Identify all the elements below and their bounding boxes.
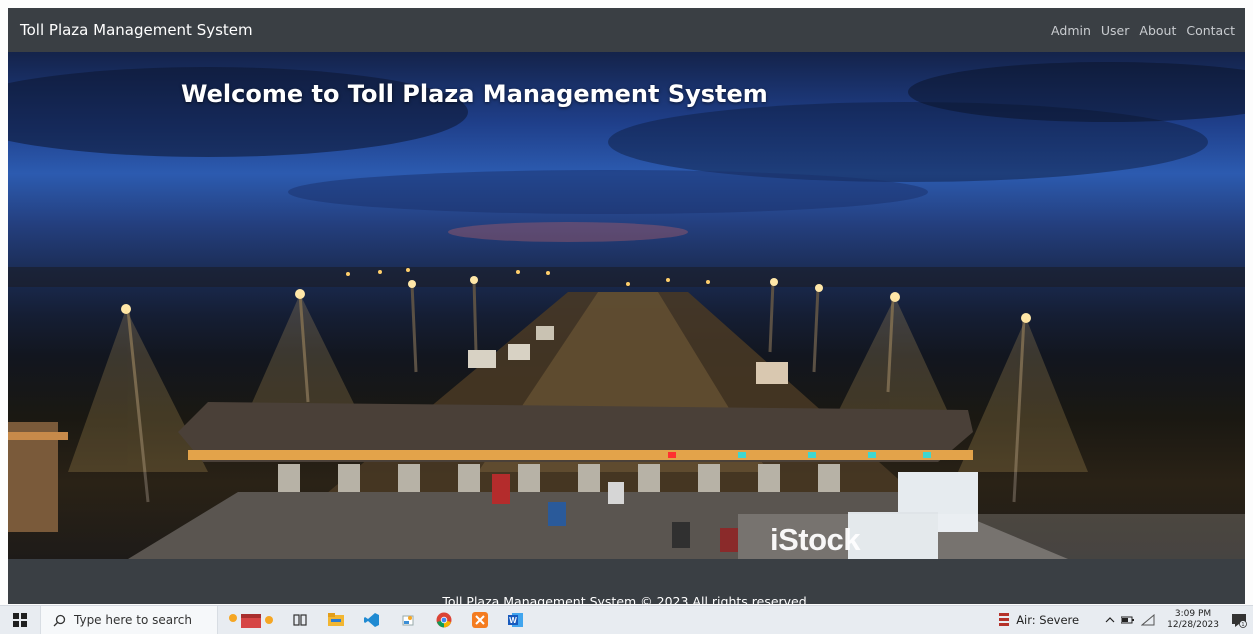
start-button[interactable]	[0, 606, 40, 634]
vscode-icon[interactable]	[354, 606, 390, 634]
calendar-widget-icon[interactable]	[218, 606, 282, 634]
windows-logo-icon	[13, 613, 27, 627]
hero-title: Welcome to Toll Plaza Management System	[181, 80, 768, 108]
task-view-icon[interactable]	[282, 606, 318, 634]
hero-banner: Welcome to Toll Plaza Management System …	[8, 52, 1245, 559]
wifi-icon[interactable]	[1141, 614, 1155, 626]
nav-links: Admin User About Contact	[1051, 23, 1235, 38]
paint-icon[interactable]	[390, 606, 426, 634]
system-tray: Air: Severe 3:09 PM 12/28/2023 1	[998, 606, 1253, 634]
file-explorer-icon[interactable]	[318, 606, 354, 634]
clock-time: 3:09 PM	[1174, 609, 1212, 619]
svg-text:1: 1	[1241, 622, 1244, 628]
nav-link-contact[interactable]: Contact	[1186, 23, 1235, 38]
svg-text:W: W	[509, 616, 517, 625]
nav-link-user[interactable]: User	[1101, 23, 1130, 38]
footer-text: Toll Plaza Management System © 2023 All …	[442, 594, 811, 604]
hero-image	[8, 62, 1245, 559]
notification-icon[interactable]: 1	[1231, 612, 1247, 628]
clock-date: 12/28/2023	[1167, 620, 1219, 630]
windows-taskbar: Type here to search W Air: Severe 3:09 P…	[0, 605, 1253, 634]
navbar: Toll Plaza Management System Admin User …	[8, 8, 1245, 52]
taskbar-search[interactable]: Type here to search	[40, 605, 218, 634]
nav-link-admin[interactable]: Admin	[1051, 23, 1091, 38]
istock-watermark: iStock	[770, 522, 861, 557]
navbar-brand[interactable]: Toll Plaza Management System	[20, 21, 253, 39]
taskbar-clock[interactable]: 3:09 PM 12/28/2023	[1167, 609, 1219, 631]
footer: Toll Plaza Management System © 2023 All …	[8, 559, 1245, 604]
xampp-icon[interactable]	[462, 606, 498, 634]
word-icon[interactable]: W	[498, 606, 534, 634]
nav-link-about[interactable]: About	[1139, 23, 1176, 38]
weather-status[interactable]: Air: Severe	[1016, 613, 1079, 627]
browser-page: Toll Plaza Management System Admin User …	[8, 8, 1245, 604]
chevron-up-icon[interactable]	[1105, 615, 1115, 625]
air-quality-icon	[999, 613, 1010, 626]
search-icon	[53, 614, 66, 626]
chrome-icon[interactable]	[426, 606, 462, 634]
battery-icon[interactable]	[1121, 615, 1135, 625]
screen: Toll Plaza Management System Admin User …	[0, 0, 1253, 634]
search-placeholder: Type here to search	[74, 613, 192, 627]
